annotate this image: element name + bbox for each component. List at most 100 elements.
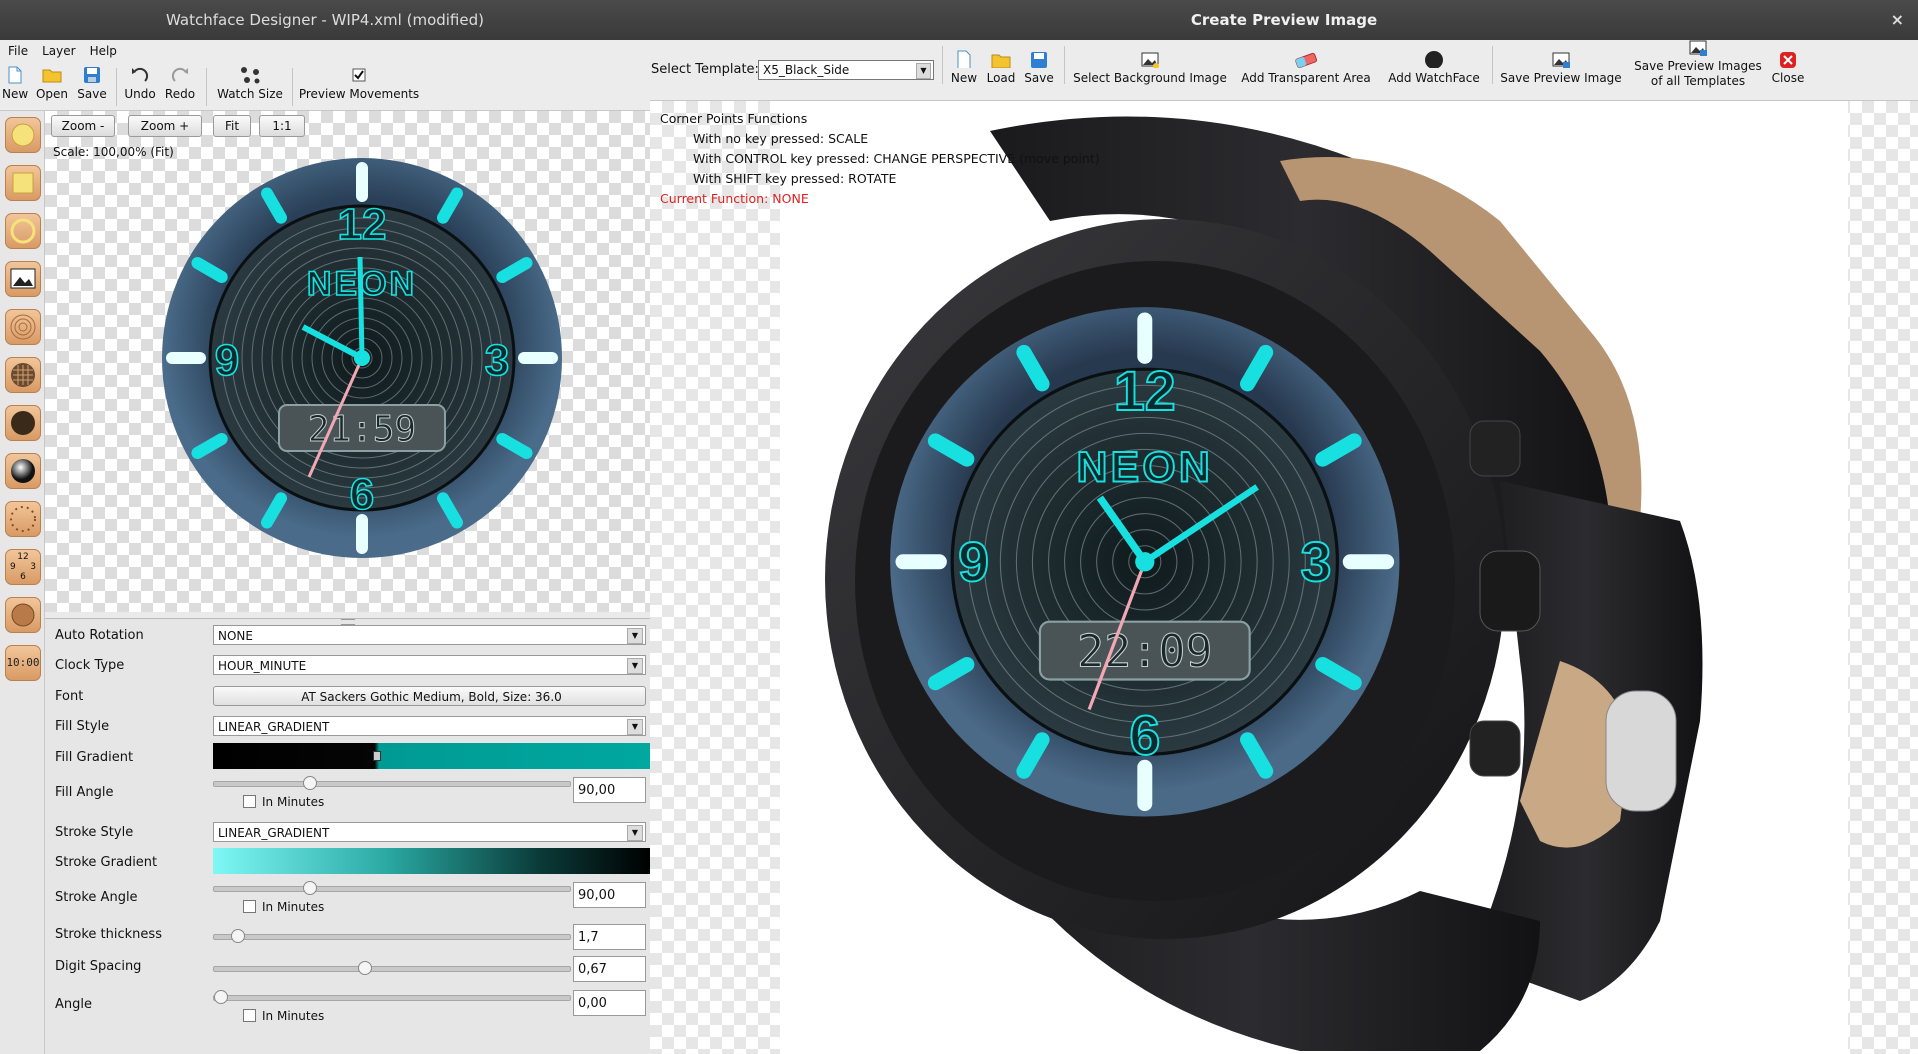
create-preview-image-dialog: Create Preview Image × Select Template: …	[650, 0, 1918, 1054]
sphere-tool-icon[interactable]	[5, 453, 41, 489]
hand-tool-icon[interactable]	[5, 597, 41, 633]
main-toolbar: New Open Save Undo Redo Watch Size Previ…	[0, 62, 650, 111]
stroke-angle-in-minutes-checkbox[interactable]: In Minutes	[243, 900, 324, 914]
zoom-in-button[interactable]: Zoom +	[128, 115, 202, 137]
layer-tool-palette: 12 9 3 6 10:00	[0, 111, 45, 1054]
save-disk-icon	[1031, 52, 1047, 68]
main-window-title: Watchface Designer - WIP4.xml (modified)	[166, 11, 484, 29]
save-image-icon	[1552, 52, 1570, 68]
stroke-angle-input[interactable]: 90,00	[573, 882, 646, 908]
slider-knob[interactable]	[303, 776, 318, 790]
slider-knob[interactable]	[214, 990, 228, 1004]
fill-gradient-label: Fill Gradient	[55, 750, 134, 765]
ring-tool-icon[interactable]	[5, 213, 41, 249]
watch-size-button[interactable]: Watch Size	[212, 66, 288, 101]
slider-knob[interactable]	[358, 961, 373, 975]
stroke-gradient-label: Stroke Gradient	[55, 855, 158, 870]
menu-bar: File Layer Help	[0, 40, 650, 62]
clock-type-label: Clock Type	[55, 658, 125, 673]
stroke-thickness-slider[interactable]	[213, 929, 571, 943]
dots-tool-icon[interactable]	[5, 405, 41, 441]
preview-movements-toggle[interactable]: Preview Movements	[296, 66, 422, 101]
pattern-tool-icon[interactable]	[5, 357, 41, 393]
chevron-down-icon: ▼	[627, 658, 643, 674]
preview-close-button[interactable]: Close	[1768, 50, 1808, 85]
toolbar-separator	[942, 46, 943, 84]
current-function-status: Current Function: NONE	[660, 191, 809, 206]
scale-readout: Scale: 100,00% (Fit)	[53, 145, 174, 159]
fill-style-label: Fill Style	[55, 719, 110, 734]
stroke-thickness-input[interactable]: 1,7	[573, 924, 646, 950]
numbers-tool-12: 12	[17, 552, 29, 562]
watchface-design-preview[interactable]: 12 3 6 9 NEON 21:59	[161, 157, 563, 559]
stroke-angle-slider[interactable]	[213, 881, 571, 895]
digit-spacing-input[interactable]: 0,67	[573, 956, 646, 982]
add-watchface-button[interactable]: Add WatchFace	[1382, 50, 1486, 85]
new-button[interactable]: New	[2, 66, 28, 101]
close-icon[interactable]: ×	[1891, 10, 1904, 29]
preview-new-button[interactable]: New	[948, 50, 980, 85]
select-background-image-button[interactable]: Select Background Image	[1070, 50, 1230, 85]
preview-canvas[interactable]: 12 3 6 9 NEON 22:09 Corner Points Functi…	[650, 101, 1918, 1054]
checkbox-icon	[243, 900, 256, 913]
fit-button[interactable]: Fit	[213, 115, 251, 137]
fill-style-select[interactable]: LINEAR_GRADIENT ▼	[213, 716, 646, 736]
main-title-bar: Watchface Designer - WIP4.xml (modified)	[0, 0, 650, 40]
fill-angle-slider[interactable]	[213, 776, 571, 790]
preview-save-button[interactable]: Save	[1022, 50, 1056, 85]
zoom-out-button[interactable]: Zoom -	[51, 115, 115, 137]
in-minutes-label: In Minutes	[262, 795, 325, 809]
composited-watchface: 12 3 6 9 NEON 22:09	[890, 307, 1400, 817]
chevron-down-icon: ▼	[916, 63, 931, 79]
one-to-one-button[interactable]: 1:1	[259, 115, 305, 137]
stroke-gradient-editor[interactable]	[213, 848, 650, 874]
circle-tool-icon[interactable]	[5, 117, 41, 153]
digital-clock-tool-icon[interactable]: 10:00	[5, 645, 41, 681]
fill-gradient-editor[interactable]	[213, 743, 650, 769]
add-watchface-label: Add WatchFace	[1388, 71, 1480, 85]
open-label: Open	[35, 87, 69, 101]
angle-in-minutes-checkbox[interactable]: In Minutes	[243, 1009, 324, 1023]
fill-angle-in-minutes-checkbox[interactable]: In Minutes	[243, 795, 324, 809]
menu-layer[interactable]: Layer	[42, 44, 75, 58]
preview-movements-label: Preview Movements	[298, 87, 420, 101]
checkbox-icon	[243, 795, 256, 808]
add-transparent-area-button[interactable]: Add Transparent Area	[1236, 50, 1376, 85]
image-tool-icon[interactable]	[5, 261, 41, 297]
redo-button[interactable]: Redo	[162, 66, 198, 101]
menu-help[interactable]: Help	[90, 44, 117, 58]
save-all-previews-button[interactable]: Save Preview Images of all Templates	[1630, 38, 1766, 89]
gradient-stop-handle[interactable]	[373, 751, 381, 761]
font-button[interactable]: AT Sackers Gothic Medium, Bold, Size: 36…	[213, 686, 646, 706]
template-select[interactable]: X5_Black_Side ▼	[758, 60, 934, 80]
numbers-tool-icon[interactable]: 12 9 3 6	[5, 549, 41, 585]
spiral-tool-icon[interactable]	[5, 309, 41, 345]
design-canvas[interactable]: Zoom - Zoom + Fit 1:1 Scale: 100,00% (Fi…	[45, 111, 650, 612]
digit-spacing-slider[interactable]	[213, 961, 571, 975]
watch-product-photo: 12 3 6 9 NEON 22:09	[825, 116, 1703, 1051]
save-label: Save	[77, 87, 107, 101]
slider-knob[interactable]	[303, 881, 318, 895]
numeral-12: 12	[338, 200, 387, 249]
preview-dialog-title: Create Preview Image	[1190, 11, 1378, 29]
fill-angle-input[interactable]: 90,00	[573, 777, 646, 803]
angle-input[interactable]: 0,00	[573, 990, 646, 1016]
stroke-angle-label: Stroke Angle	[55, 890, 138, 905]
save-button[interactable]: Save	[76, 66, 108, 101]
save-preview-image-button[interactable]: Save Preview Image	[1498, 50, 1624, 85]
save-images-icon	[1689, 40, 1707, 56]
clock-type-select[interactable]: HOUR_MINUTE ▼	[213, 655, 646, 675]
dial-ticks-tool-icon[interactable]	[5, 501, 41, 537]
numbers-tool-6: 6	[20, 572, 26, 582]
slider-knob[interactable]	[231, 929, 246, 943]
auto-rotation-select[interactable]: NONE ▼	[213, 625, 646, 645]
preview-load-button[interactable]: Load	[984, 50, 1018, 85]
undo-button[interactable]: Undo	[122, 66, 158, 101]
numbers-tool-9: 9	[10, 562, 16, 572]
open-button[interactable]: Open	[34, 66, 70, 101]
rectangle-tool-icon[interactable]	[5, 165, 41, 201]
angle-slider[interactable]	[213, 990, 571, 1004]
watchface-designer-window: Watchface Designer - WIP4.xml (modified)…	[0, 0, 650, 1054]
menu-file[interactable]: File	[8, 44, 28, 58]
stroke-style-select[interactable]: LINEAR_GRADIENT ▼	[213, 822, 646, 842]
